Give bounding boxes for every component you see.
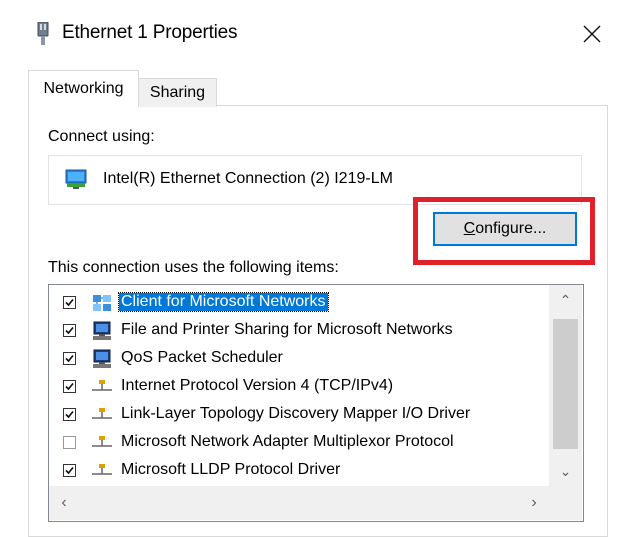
item-checkbox[interactable] bbox=[63, 436, 76, 449]
network-client-icon bbox=[93, 295, 111, 311]
tab-networking[interactable]: Networking bbox=[28, 70, 139, 107]
list-item[interactable]: Client for Microsoft Networks bbox=[49, 289, 549, 317]
window-title: Ethernet 1 Properties bbox=[62, 22, 238, 43]
vertical-scrollbar[interactable]: ⌃ ⌄ bbox=[549, 285, 582, 486]
protocol-icon bbox=[92, 464, 112, 475]
configure-button[interactable]: Configure... bbox=[433, 212, 577, 246]
horizontal-scrollbar[interactable]: ‹ › bbox=[49, 486, 549, 520]
tab-sharing[interactable]: Sharing bbox=[138, 78, 217, 107]
list-item[interactable]: File and Printer Sharing for Microsoft N… bbox=[49, 317, 549, 345]
scrollbar-thumb[interactable] bbox=[553, 319, 578, 449]
adapter-name: Intel(R) Ethernet Connection (2) I219-LM bbox=[103, 170, 393, 187]
computer-service-icon bbox=[93, 349, 111, 368]
items-list[interactable]: Client for Microsoft Networks File and P… bbox=[48, 284, 584, 522]
item-label: Internet Protocol Version 4 (TCP/IPv4) bbox=[121, 377, 394, 394]
item-checkbox[interactable] bbox=[63, 464, 76, 477]
list-item[interactable]: Microsoft LLDP Protocol Driver bbox=[49, 457, 549, 485]
connect-using-label: Connect using: bbox=[48, 128, 155, 145]
title-bar: Ethernet 1 Properties bbox=[0, 0, 619, 70]
list-item[interactable]: QoS Packet Scheduler bbox=[49, 345, 549, 373]
scroll-down-icon[interactable]: ⌄ bbox=[549, 456, 582, 486]
configure-mnemonic: C bbox=[463, 220, 476, 237]
items-label: This connection uses the following items… bbox=[48, 259, 339, 276]
network-adapter-icon bbox=[37, 22, 49, 45]
list-item[interactable]: Microsoft Network Adapter Multiplexor Pr… bbox=[49, 429, 549, 457]
scroll-right-icon[interactable]: › bbox=[519, 486, 549, 520]
close-button[interactable] bbox=[574, 16, 610, 52]
tab-networking-label: Networking bbox=[43, 80, 124, 97]
item-checkbox[interactable] bbox=[63, 324, 76, 337]
protocol-icon bbox=[92, 408, 112, 419]
item-label: File and Printer Sharing for Microsoft N… bbox=[121, 321, 453, 338]
scroll-up-icon[interactable]: ⌃ bbox=[549, 285, 582, 315]
scroll-left-icon[interactable]: ‹ bbox=[49, 486, 79, 520]
item-label: Microsoft Network Adapter Multiplexor Pr… bbox=[121, 433, 454, 450]
tab-sharing-label: Sharing bbox=[149, 84, 206, 101]
item-label: Microsoft LLDP Protocol Driver bbox=[121, 461, 341, 478]
network-card-icon bbox=[65, 169, 87, 189]
item-checkbox[interactable] bbox=[63, 380, 76, 393]
computer-service-icon bbox=[93, 321, 111, 340]
list-item[interactable]: Link-Layer Topology Discovery Mapper I/O… bbox=[49, 401, 549, 429]
protocol-icon bbox=[92, 436, 112, 447]
close-icon bbox=[583, 25, 601, 43]
scrollbar-corner bbox=[549, 486, 582, 520]
list-item[interactable]: Internet Protocol Version 4 (TCP/IPv4) bbox=[49, 373, 549, 401]
protocol-icon bbox=[92, 380, 112, 391]
item-checkbox[interactable] bbox=[63, 352, 76, 365]
adapter-field: Intel(R) Ethernet Connection (2) I219-LM bbox=[48, 155, 582, 205]
item-label: Link-Layer Topology Discovery Mapper I/O… bbox=[121, 405, 471, 422]
item-checkbox[interactable] bbox=[63, 296, 76, 309]
item-label: QoS Packet Scheduler bbox=[121, 349, 283, 366]
item-checkbox[interactable] bbox=[63, 408, 76, 421]
configure-label: onfigure... bbox=[475, 220, 547, 237]
item-label: Client for Microsoft Networks bbox=[118, 292, 329, 312]
